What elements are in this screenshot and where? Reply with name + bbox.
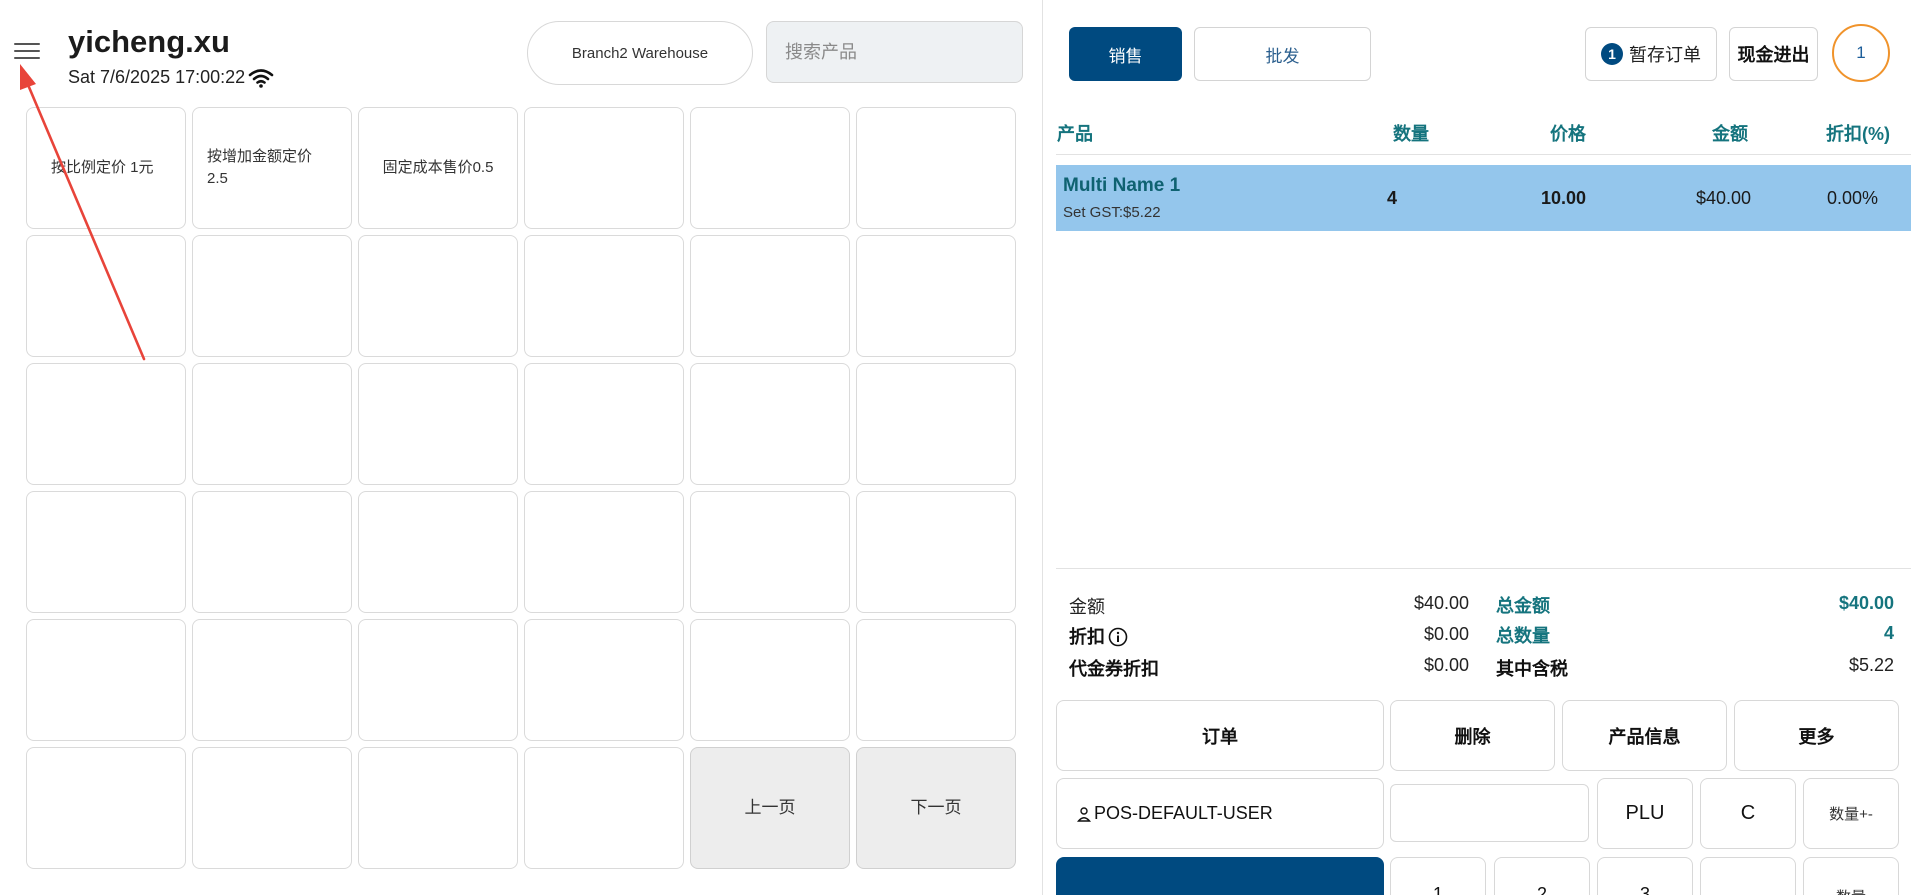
empty-tile[interactable]: [856, 363, 1016, 485]
pay-button[interactable]: [1056, 857, 1384, 895]
keypad-2-button[interactable]: 2: [1494, 857, 1590, 895]
empty-tile[interactable]: [690, 363, 850, 485]
summary-amount-value: $40.00: [1413, 593, 1469, 613]
empty-tile[interactable]: [524, 619, 684, 741]
column-header-amount: 金额: [1712, 124, 1748, 144]
wifi-icon: [248, 68, 274, 88]
cash-in-out-button[interactable]: 现金进出: [1729, 27, 1818, 81]
empty-tile[interactable]: [26, 235, 186, 357]
empty-tile[interactable]: [26, 747, 186, 869]
product-panel: yicheng.xu Sat 7/6/2025 17:00:22 Branch2…: [0, 0, 1042, 895]
row-discount: 0.00%: [1827, 188, 1879, 208]
summary-voucher-label: 代金券折扣: [1069, 659, 1159, 679]
empty-tile[interactable]: [358, 235, 518, 357]
clear-button[interactable]: C: [1700, 778, 1796, 849]
table-row[interactable]: Multi Name 1 Set GST:$5.22 4 10.00 $40.0…: [1056, 165, 1911, 231]
empty-tile[interactable]: [192, 363, 352, 485]
parked-count-badge: 1: [1601, 43, 1623, 65]
empty-tile[interactable]: [358, 747, 518, 869]
summary-discount[interactable]: 折扣: [1069, 623, 1128, 649]
row-price: 10.00: [1541, 188, 1587, 208]
summary-total-label: 总金额: [1496, 596, 1550, 616]
register-circle-button[interactable]: 1: [1832, 24, 1890, 82]
empty-tile[interactable]: [358, 491, 518, 613]
product-search-input[interactable]: [766, 21, 1023, 83]
keypad-3-button[interactable]: 3: [1597, 857, 1693, 895]
hamburger-menu-icon[interactable]: [14, 43, 40, 63]
summary-tax-value: $5.22: [1848, 655, 1894, 675]
column-header-product: 产品: [1057, 124, 1093, 144]
pane-divider: [1042, 0, 1043, 895]
empty-tile[interactable]: [26, 363, 186, 485]
empty-tile[interactable]: [358, 619, 518, 741]
product-info-button[interactable]: 产品信息: [1562, 700, 1727, 771]
next-page-button[interactable]: 下一页: [856, 747, 1016, 869]
empty-tile[interactable]: [524, 235, 684, 357]
empty-tile[interactable]: [524, 491, 684, 613]
user-selector-label: POS-DEFAULT-USER: [1094, 803, 1273, 823]
delete-button[interactable]: 删除: [1390, 700, 1555, 771]
product-tile[interactable]: 按增加金额定价 2.5: [192, 107, 352, 229]
empty-tile[interactable]: [524, 747, 684, 869]
empty-tile[interactable]: [192, 747, 352, 869]
order-button[interactable]: 订单: [1056, 700, 1384, 771]
summary-discount-label: 折扣: [1069, 627, 1105, 647]
more-button[interactable]: 更多: [1734, 700, 1899, 771]
parked-orders-button[interactable]: 1 暂存订单: [1585, 27, 1717, 81]
keypad-blank-button[interactable]: [1700, 857, 1796, 895]
summary-total-qty-value: 4: [1883, 623, 1894, 643]
tab-wholesale[interactable]: 批发: [1194, 27, 1371, 81]
summary-discount-value: $0.00: [1423, 624, 1469, 644]
datetime-text: Sat 7/6/2025 17:00:22: [68, 67, 246, 87]
qty-button[interactable]: 数量: [1803, 857, 1899, 895]
tab-sales[interactable]: 销售: [1069, 27, 1182, 81]
empty-tile[interactable]: [524, 363, 684, 485]
plu-button[interactable]: PLU: [1597, 778, 1693, 849]
summary-voucher-value: $0.00: [1423, 655, 1469, 675]
column-header-price: 价格: [1550, 124, 1586, 144]
datetime-line: Sat 7/6/2025 17:00:22: [68, 67, 274, 88]
empty-tile[interactable]: [192, 235, 352, 357]
parked-orders-label: 暂存订单: [1629, 45, 1701, 65]
row-qty: 4: [1387, 188, 1398, 208]
table-header-divider: [1056, 154, 1911, 155]
row-product-gst: Set GST:$5.22: [1063, 204, 1161, 221]
info-icon[interactable]: [1108, 627, 1128, 647]
summary-divider: [1056, 568, 1911, 569]
product-tile[interactable]: 按比例定价 1元: [26, 107, 186, 229]
column-header-qty: 数量: [1393, 124, 1429, 144]
empty-tile[interactable]: [690, 491, 850, 613]
column-header-discount: 折扣(%): [1826, 124, 1890, 144]
empty-tile[interactable]: [26, 491, 186, 613]
summary-amount-label: 金额: [1069, 597, 1105, 617]
empty-tile[interactable]: [524, 107, 684, 229]
summary-total-qty-label: 总数量: [1496, 626, 1550, 646]
row-product-name: Multi Name 1: [1063, 175, 1181, 196]
empty-tile[interactable]: [192, 491, 352, 613]
product-tile[interactable]: 固定成本售价0.5: [358, 107, 518, 229]
user-selector-button[interactable]: POS-DEFAULT-USER: [1056, 778, 1384, 849]
empty-tile[interactable]: [856, 107, 1016, 229]
empty-tile[interactable]: [690, 235, 850, 357]
qty-plus-minus-button[interactable]: 数量+-: [1803, 778, 1899, 849]
prev-page-button[interactable]: 上一页: [690, 747, 850, 869]
summary-tax-label: 其中含税: [1496, 659, 1568, 679]
keypad-1-button[interactable]: 1: [1390, 857, 1486, 895]
empty-tile[interactable]: [856, 491, 1016, 613]
person-icon: [1077, 806, 1091, 822]
empty-tile[interactable]: [856, 619, 1016, 741]
empty-tile[interactable]: [690, 619, 850, 741]
empty-tile[interactable]: [856, 235, 1016, 357]
empty-tile[interactable]: [358, 363, 518, 485]
user-name: yicheng.xu: [68, 24, 230, 59]
summary-total-value: $40.00: [1838, 593, 1894, 613]
empty-tile[interactable]: [26, 619, 186, 741]
empty-tile[interactable]: [192, 619, 352, 741]
keypad-input[interactable]: [1390, 784, 1589, 842]
empty-tile[interactable]: [690, 107, 850, 229]
row-amount: $40.00: [1696, 188, 1752, 208]
warehouse-selector-button[interactable]: Branch2 Warehouse: [527, 21, 753, 85]
